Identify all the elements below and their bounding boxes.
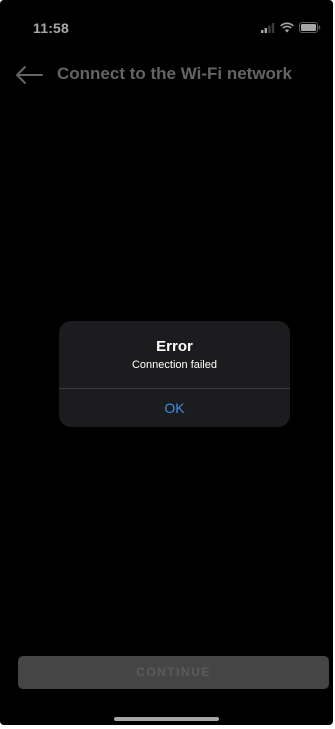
dialog-message: Connection failed <box>131 359 217 371</box>
error-dialog: Error Connection failed OK <box>59 321 290 427</box>
app-screen: 11:58 Connect to the Wi-Fi network CONTI… <box>0 0 333 725</box>
dialog-title: Error <box>156 338 193 355</box>
ok-button[interactable]: OK <box>59 389 290 427</box>
